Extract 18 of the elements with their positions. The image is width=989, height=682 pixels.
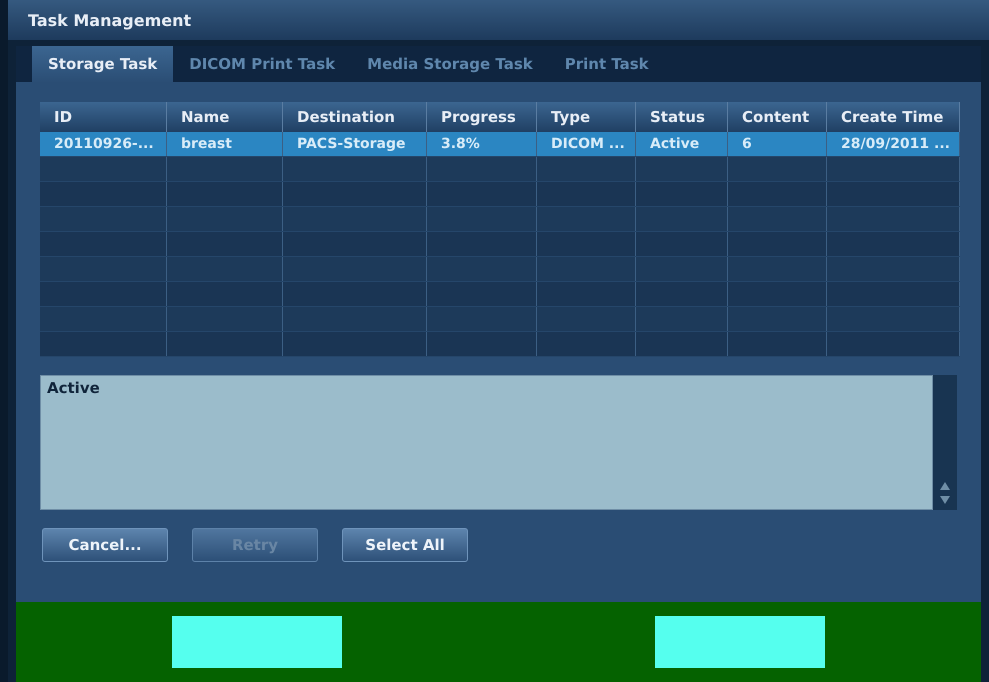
action-button[interactable]: Select All: [342, 528, 468, 562]
tab[interactable]: Media Storage Task: [351, 46, 549, 82]
table-cell: PACS-Storage: [283, 132, 427, 156]
window-title: Task Management: [28, 10, 192, 30]
tab[interactable]: DICOM Print Task: [173, 46, 352, 82]
action-button[interactable]: Cancel...: [42, 528, 168, 562]
tab[interactable]: Storage Task: [32, 46, 174, 82]
table-cell: DICOM ...: [537, 132, 636, 156]
table-cell: 20110926-...: [40, 132, 167, 156]
table-cell: Active: [636, 132, 728, 156]
table-cell: 3.8%: [427, 132, 537, 156]
table-cell: breast: [167, 132, 283, 156]
scroll-arrows-icon[interactable]: [939, 480, 951, 506]
detail-box: Active: [40, 375, 933, 510]
scrollbar[interactable]: [933, 375, 957, 510]
table-cell: 6: [728, 132, 827, 156]
table-cell: 28/09/2011 ...: [827, 132, 960, 156]
tab[interactable]: Print Task: [548, 46, 665, 82]
